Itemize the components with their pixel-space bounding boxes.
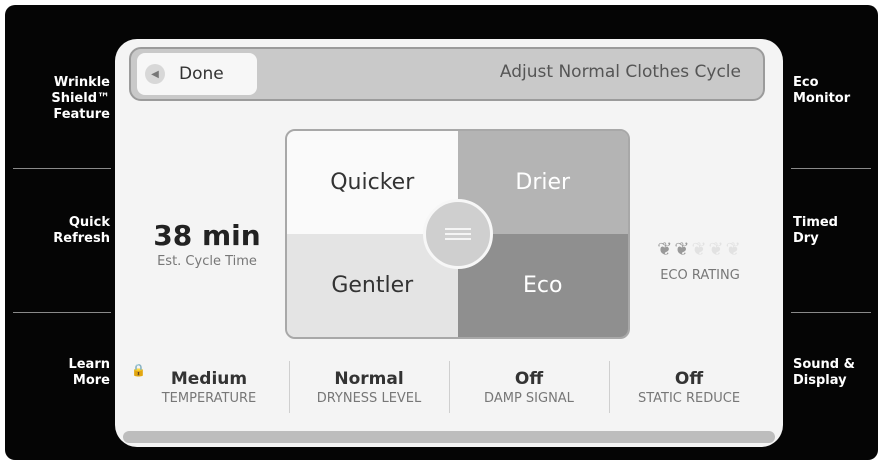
damp-signal-value: Off (514, 369, 544, 389)
damp-signal-setting[interactable]: Off DAMP SIGNAL (449, 357, 609, 421)
temperature-value: Medium (170, 369, 248, 389)
leaf-icon: ❦ (691, 239, 709, 260)
sound-display-label: Sound & Display (793, 357, 855, 388)
leaf-icons: ❦❦❦❦❦ (640, 239, 760, 260)
quick-refresh-label: Quick Refresh (53, 215, 110, 246)
leaf-icon: ❦ (708, 239, 726, 260)
dryness-setting[interactable]: Normal DRYNESS LEVEL (289, 357, 449, 421)
temperature-setting[interactable]: 🔒 Medium TEMPERATURE (129, 357, 289, 421)
touch-screen: ◀ Done Adjust Normal Clothes Cycle 38 mi… (115, 39, 783, 447)
wrinkle-shield-label: Wrinkle Shield™ Feature (51, 75, 110, 122)
done-label: Done (179, 64, 224, 84)
static-reduce-label: STATIC REDUCE (637, 391, 741, 406)
quick-refresh-button[interactable]: Quick Refresh (5, 215, 110, 247)
cycle-time-display: 38 min Est. Cycle Time (137, 219, 277, 269)
grip-lines-icon (444, 225, 471, 243)
eco-label: Eco (523, 273, 563, 298)
right-divider-2 (791, 312, 871, 313)
timed-dry-button[interactable]: Timed Dry (793, 215, 878, 247)
drier-label: Drier (515, 170, 571, 195)
damp-signal-label: DAMP SIGNAL (484, 391, 574, 406)
leaf-icon: ❦ (674, 239, 692, 260)
static-reduce-value: Off (674, 369, 704, 389)
learn-more-button[interactable]: Learn More (5, 357, 110, 389)
control-panel: Wrinkle Shield™ Feature Quick Refresh Le… (5, 5, 878, 460)
wrinkle-shield-button[interactable]: Wrinkle Shield™ Feature (5, 75, 110, 123)
done-button[interactable]: ◀ Done (137, 53, 257, 95)
timed-dry-label: Timed Dry (793, 215, 838, 246)
lock-icon: 🔒 (131, 363, 146, 377)
eco-monitor-label: Eco Monitor (793, 75, 851, 106)
sound-display-button[interactable]: Sound & Display (793, 357, 878, 389)
dryness-value: Normal (334, 369, 404, 389)
title-bar: ◀ Done Adjust Normal Clothes Cycle (129, 47, 765, 101)
eco-rating: ❦❦❦❦❦ ECO RATING (640, 239, 760, 283)
eco-monitor-button[interactable]: Eco Monitor (793, 75, 878, 107)
dryness-label: DRYNESS LEVEL (316, 391, 422, 406)
gentler-label: Gentler (331, 273, 414, 298)
settings-row: 🔒 Medium TEMPERATURE Normal DRYNESS LEVE… (129, 357, 769, 421)
learn-more-label: Learn More (68, 357, 110, 388)
leaf-icon: ❦ (725, 239, 743, 260)
left-divider-2 (13, 312, 111, 313)
selector-knob[interactable] (422, 199, 493, 269)
cycle-selector-pad[interactable]: Quicker Drier Gentler Eco (285, 129, 630, 339)
left-arrow-icon: ◀ (145, 64, 165, 84)
bottom-bar (123, 431, 775, 443)
quicker-label: Quicker (330, 170, 415, 195)
page-title: Adjust Normal Clothes Cycle (499, 62, 741, 82)
cycle-time-caption: Est. Cycle Time (157, 254, 257, 269)
left-divider-1 (13, 168, 111, 169)
static-reduce-setting[interactable]: Off STATIC REDUCE (609, 357, 769, 421)
right-divider-1 (791, 168, 871, 169)
temperature-label: TEMPERATURE (161, 391, 257, 406)
leaf-icon: ❦ (657, 239, 675, 260)
cycle-time-value: 38 min (153, 219, 261, 252)
eco-rating-caption: ECO RATING (660, 268, 740, 283)
